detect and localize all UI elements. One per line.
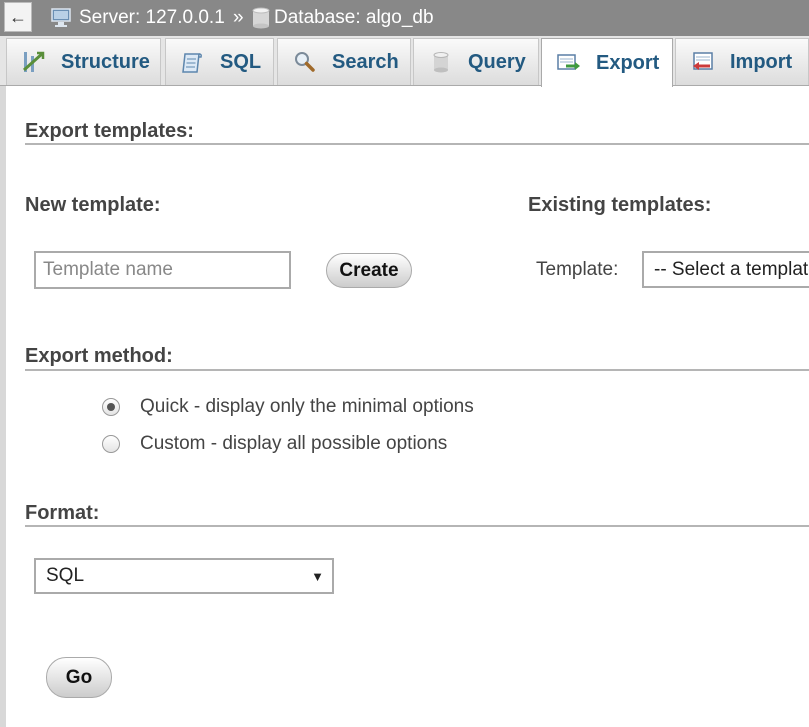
create-button[interactable]: Create (326, 253, 412, 288)
template-select-value: -- Select a template -- (654, 258, 809, 280)
database-label: Database: algo_db (274, 7, 434, 28)
tab-bar: Structure SQL Search Query Export Import (0, 36, 809, 87)
section-title-export-method: Export method: (25, 345, 173, 367)
breadcrumb-database[interactable]: Database: algo_db (252, 7, 434, 29)
server-icon (51, 8, 71, 27)
divider (25, 525, 809, 527)
tab-label: Import (730, 50, 793, 73)
section-title-format: Format: (25, 502, 100, 524)
sql-icon (182, 53, 202, 73)
format-select[interactable]: SQL ▼ (34, 558, 334, 594)
left-border (0, 86, 6, 727)
radio-quick[interactable] (102, 398, 120, 416)
export-icon (557, 54, 580, 70)
export-method-quick-option[interactable]: Quick - display only the minimal options (102, 396, 474, 418)
tab-structure[interactable]: Structure (6, 38, 161, 85)
new-template-label: New template: (25, 194, 161, 216)
existing-templates-label: Existing templates: (528, 194, 712, 216)
tab-import[interactable]: Import (675, 38, 809, 85)
export-method-custom-option[interactable]: Custom - display all possible options (102, 433, 447, 455)
tab-label: Structure (61, 50, 150, 73)
divider (25, 143, 809, 145)
format-select-value: SQL (46, 565, 85, 586)
tab-query[interactable]: Query (413, 38, 539, 85)
tab-label: SQL (220, 50, 262, 73)
divider (25, 369, 809, 371)
import-icon (693, 52, 713, 70)
left-arrow-icon[interactable]: ← (4, 2, 32, 32)
template-name-input[interactable] (34, 251, 291, 289)
tab-search[interactable]: Search (277, 38, 411, 85)
server-label: Server: 127.0.0.1 (79, 7, 225, 28)
tab-label: Export (596, 51, 660, 74)
structure-icon (22, 51, 45, 72)
tab-label: Query (468, 50, 526, 73)
breadcrumb-separator: » (233, 7, 244, 28)
radio-custom[interactable] (102, 435, 120, 453)
template-label: Template: (536, 259, 619, 280)
query-icon (433, 52, 449, 73)
radio-quick-label: Quick - display only the minimal options (140, 396, 474, 417)
search-icon (295, 52, 315, 72)
tab-export[interactable]: Export (541, 38, 673, 87)
breadcrumb-bar: ← Server: 127.0.0.1 » Database: algo_db (0, 0, 809, 36)
chevron-down-icon: ▼ (311, 568, 324, 584)
template-select[interactable]: -- Select a template -- (642, 251, 809, 288)
section-title-export-templates: Export templates: (25, 120, 194, 142)
database-icon (252, 7, 270, 29)
tab-label: Search (332, 50, 399, 73)
go-button[interactable]: Go (46, 657, 112, 698)
tab-sql[interactable]: SQL (165, 38, 274, 85)
radio-custom-label: Custom - display all possible options (140, 433, 448, 454)
breadcrumb-server[interactable]: Server: 127.0.0.1 (51, 7, 225, 29)
